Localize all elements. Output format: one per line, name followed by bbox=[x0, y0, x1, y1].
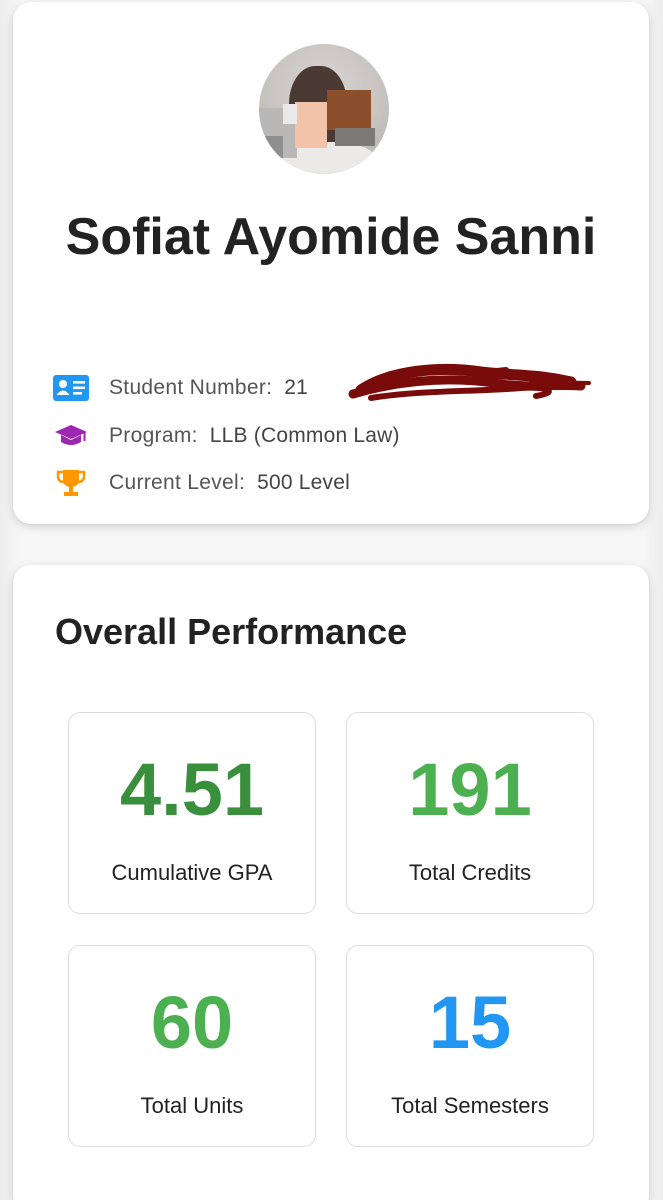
page: Sofiat Ayomide Sanni Student Number: 21 bbox=[0, 0, 663, 1200]
stat-label: Total Credits bbox=[408, 860, 532, 885]
level-row: Current Level: 500 Level bbox=[53, 468, 350, 498]
profile-card: Sofiat Ayomide Sanni Student Number: 21 bbox=[13, 2, 649, 524]
stat-label: Total Semesters bbox=[391, 1093, 549, 1118]
redaction-scribble bbox=[348, 363, 591, 401]
program-row: Program: LLB (Common Law) bbox=[53, 421, 400, 451]
performance-title: Overall Performance bbox=[55, 611, 408, 652]
stat-value: 15 bbox=[428, 981, 512, 1064]
student-number-label: Student Number: bbox=[109, 376, 273, 399]
stat-value: 191 bbox=[408, 748, 532, 831]
stat-card-total-semesters: 15 Total Semesters bbox=[346, 945, 594, 1147]
program-value: LLB (Common Law) bbox=[209, 424, 400, 447]
trophy-icon bbox=[53, 469, 89, 497]
stat-card-total-credits: 191 Total Credits bbox=[346, 712, 594, 914]
graduation-cap-icon bbox=[53, 422, 89, 450]
stat-value: 4.51 bbox=[119, 748, 265, 831]
level-label: Current Level: bbox=[109, 471, 246, 494]
student-number-value: 21 bbox=[284, 376, 309, 399]
stat-label: Cumulative GPA bbox=[111, 860, 273, 885]
stat-card-cumulative-gpa: 4.51 Cumulative GPA bbox=[68, 712, 316, 914]
stat-value: 60 bbox=[150, 981, 234, 1064]
level-value: 500 Level bbox=[257, 471, 350, 494]
avatar bbox=[259, 44, 389, 174]
student-name: Sofiat Ayomide Sanni bbox=[65, 208, 597, 266]
program-label: Program: bbox=[109, 424, 198, 447]
student-number-row: Student Number: 21 bbox=[53, 373, 308, 403]
id-card-icon bbox=[53, 374, 89, 402]
stat-label: Total Units bbox=[140, 1093, 244, 1118]
performance-card: Overall Performance 4.51 Cumulative GPA … bbox=[13, 565, 649, 1200]
stat-card-total-units: 60 Total Units bbox=[68, 945, 316, 1147]
